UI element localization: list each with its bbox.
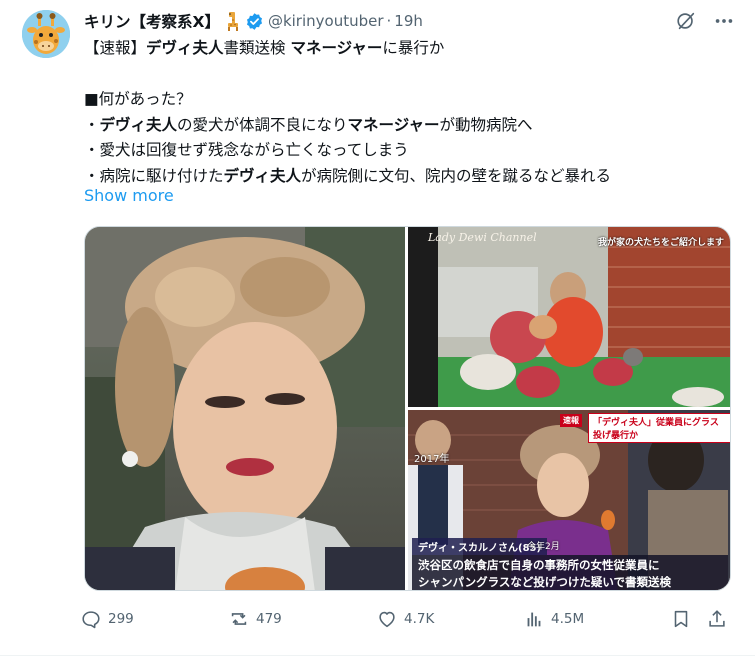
like-count: 4.7K [404,611,435,627]
bullet-1: ・デヴィ夫人の愛犬が体調不良になりマネージャーが動物病院へ [84,115,533,134]
news-subtitle: 渋谷区の飲食店で自身の事務所の女性従業員に シャンパングラスなど投げつけた疑いで… [412,555,728,590]
display-name[interactable]: キリン【考察系X】 [84,10,220,32]
ellipsis-icon [715,19,733,23]
channel-title: Lady Dewi Channel [428,231,537,244]
separator-dot: · [386,12,392,30]
giraffe-avatar-icon [22,10,70,58]
media-grid: Lady Dewi Channel 我が家の犬たちをご紹介します 速報 「デヴィ… [84,226,731,591]
user-handle[interactable]: @kirinyoutuber [268,12,384,30]
like-button[interactable]: 4.7K [376,606,434,632]
giraffe-emoji-icon [227,12,238,31]
tweet-headline: 【速報】デヴィ夫人書類送検 マネージャーに暴行か [84,39,445,57]
bullet-3: ・病院に駆け付けたデヴィ夫人が病院側に文句、院内の壁を蹴るなど暴れる [84,166,612,185]
tweet-card[interactable]: キリン【考察系X】 @kirinyoutuber · 19h 【速報】デヴィ夫人… [0,0,755,656]
reply-count: 299 [108,611,134,627]
views-button[interactable]: 4.5M [523,606,584,632]
show-more-link[interactable]: Show more [84,186,174,205]
bookmark-button[interactable] [670,606,692,632]
bookmark-icon [674,610,688,628]
reply-button[interactable]: 299 [80,606,134,632]
breaking-news-label: 速報 [560,414,582,427]
more-options-icon[interactable] [713,10,735,32]
grok-icon[interactable] [675,10,697,32]
section-title: ■何があった？ [84,90,192,108]
repost-count: 479 [256,611,282,627]
reply-icon [82,611,100,629]
grok-slash-icon [677,12,695,30]
news-date-caption: 今年2月 [527,542,560,552]
repost-icon [231,613,247,625]
photo-portrait[interactable] [85,227,405,590]
tweet-text: 【速報】デヴィ夫人書類送検 マネージャーに暴行か ■何があった？ ・デヴィ夫人の… [84,36,734,189]
news-subtitle-line-2: シャンパングラスなど投げつけた疑いで書類送検 [418,575,671,589]
photo-dogs[interactable]: Lady Dewi Channel 我が家の犬たちをご紹介します [408,227,730,407]
bullet-2: ・愛犬は回復せず残念ながら亡くなってしまう [84,141,409,159]
news-headline: 「デヴィ夫人」従業員にグラス投げ暴行か [588,413,730,443]
verified-badge-icon[interactable] [245,12,264,31]
share-icon [709,610,725,627]
tweet-header: キリン【考察系X】 @kirinyoutuber · 19h [84,10,423,32]
news-year-label: 2017年 [414,454,450,465]
tweet-actions-bar: 299 479 4.7K 4.5M [80,606,740,632]
video-caption: 我が家の犬たちをご紹介します [597,238,724,248]
timestamp[interactable]: 19h [394,12,423,30]
views-chart-icon [527,612,541,627]
repost-button[interactable]: 479 [228,606,282,632]
news-subtitle-line-1: 渋谷区の飲食店で自身の事務所の女性従業員に [418,558,660,572]
photo-news[interactable]: 速報 「デヴィ夫人」従業員にグラス投げ暴行か 2017年 デヴィ・スカルノさん(… [408,410,730,590]
share-button[interactable] [706,606,728,632]
tweet-top-actions [675,10,735,32]
dogs-illustration [408,227,730,407]
heart-icon [379,611,395,628]
view-count: 4.5M [551,611,585,627]
portrait-illustration [85,227,405,590]
avatar[interactable] [22,10,70,58]
